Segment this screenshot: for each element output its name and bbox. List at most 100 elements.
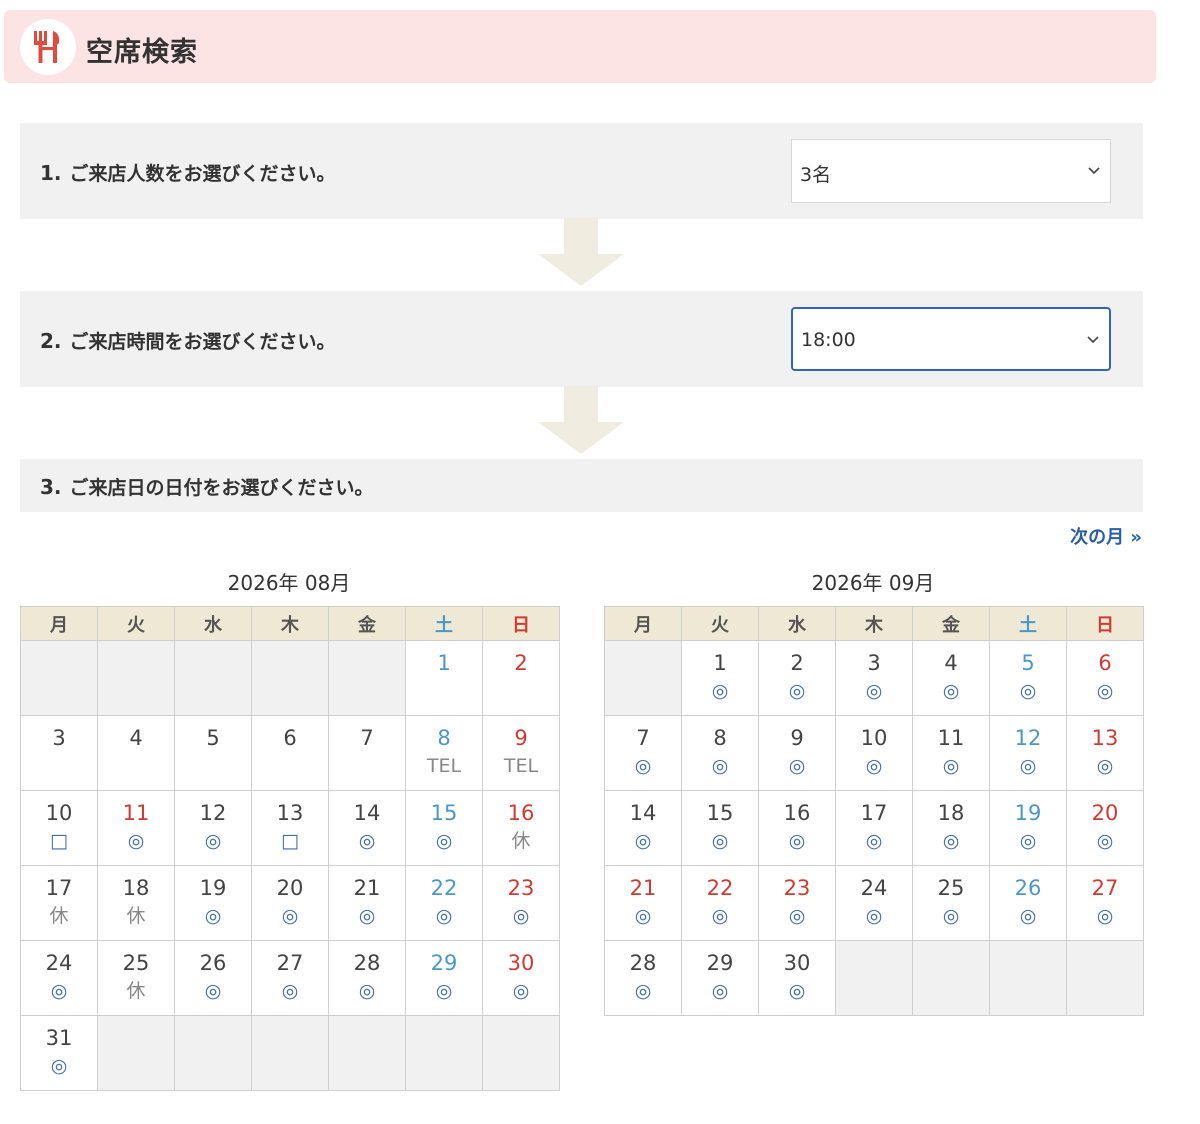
availability-status: ◎ <box>942 755 960 777</box>
day-number: 24 <box>860 876 888 900</box>
calendar-day-cell[interactable]: 24 ◎ <box>20 940 98 1016</box>
step-date: 3. ご来店日の日付をお選びください。 <box>20 459 1143 512</box>
next-month-link[interactable]: 次の月 » <box>1070 523 1142 549</box>
calendar-day-cell[interactable]: 28 ◎ <box>328 940 406 1016</box>
availability-status: ◎ <box>358 905 376 927</box>
calendar-day-cell[interactable]: 9 ◎ <box>758 715 836 791</box>
day-number: 16 <box>783 801 811 825</box>
calendar-day-cell[interactable]: 20 ◎ <box>251 865 329 941</box>
calendar-day-cell[interactable]: 22 ◎ <box>405 865 483 941</box>
availability-status: ◎ <box>281 905 299 927</box>
calendar-day-cell[interactable]: 3 ◎ <box>835 640 913 716</box>
step-text: ご来店人数をお選びください。 <box>69 163 336 185</box>
calendar-day-cell[interactable]: 1 ◎ <box>681 640 759 716</box>
calendar-day-cell[interactable]: 12 ◎ <box>989 715 1067 791</box>
calendar-day-cell[interactable]: 13 ◎ <box>1066 715 1144 791</box>
calendar-day-cell[interactable]: 2 ◎ <box>758 640 836 716</box>
day-number: 1 <box>437 651 451 675</box>
calendar-day-cell[interactable]: 15 ◎ <box>405 790 483 866</box>
day-number: 28 <box>353 951 381 975</box>
day-number: 10 <box>45 801 73 825</box>
calendar-day-cell[interactable]: 29 ◎ <box>681 940 759 1016</box>
availability-status: ◎ <box>1019 905 1037 927</box>
availability-status: ◎ <box>281 980 299 1002</box>
calendar-day-cell[interactable]: 14 ◎ <box>328 790 406 866</box>
calendar-day-cell[interactable]: 21 ◎ <box>604 865 682 941</box>
calendar-day-cell[interactable]: 31 ◎ <box>20 1015 98 1091</box>
calendar-day-cell[interactable]: 20 ◎ <box>1066 790 1144 866</box>
calendar-day-cell[interactable]: 16 ◎ <box>758 790 836 866</box>
day-number: 8 <box>437 726 451 750</box>
calendar-day-cell[interactable]: 23 ◎ <box>482 865 560 941</box>
calendar-day-cell[interactable]: 22 ◎ <box>681 865 759 941</box>
calendar-week-row: 10 □ 11 ◎ 12 ◎ 13 □ 14 ◎ 15 ◎ 16 休 <box>20 790 560 866</box>
calendar-empty-cell <box>174 1015 252 1091</box>
calendar-day-cell[interactable]: 29 ◎ <box>405 940 483 1016</box>
weekday-header: 月 <box>604 606 682 641</box>
time-select[interactable]: 18:00 <box>791 307 1111 371</box>
calendar-day-cell[interactable]: 12 ◎ <box>174 790 252 866</box>
day-number: 13 <box>1091 726 1119 750</box>
day-number: 23 <box>507 876 535 900</box>
calendar-day-cell[interactable]: 11 ◎ <box>97 790 175 866</box>
calendar-day-cell[interactable]: 6 ◎ <box>1066 640 1144 716</box>
availability-status: ◎ <box>1019 680 1037 702</box>
calendar-day-cell[interactable]: 30 ◎ <box>758 940 836 1016</box>
page-title: 空席検索 <box>86 37 198 68</box>
availability-status: ◎ <box>942 905 960 927</box>
party-size-select[interactable]: 3名 <box>791 139 1111 203</box>
calendar-day-cell[interactable]: 24 ◎ <box>835 865 913 941</box>
calendar-day-cell[interactable]: 4 ◎ <box>912 640 990 716</box>
calendar-empty-cell <box>604 640 682 716</box>
calendar-day-cell[interactable]: 17 ◎ <box>835 790 913 866</box>
availability-status: ◎ <box>512 980 530 1002</box>
calendar-day-cell[interactable]: 27 ◎ <box>251 940 329 1016</box>
day-number: 12 <box>199 801 227 825</box>
calendar-day-cell[interactable]: 26 ◎ <box>989 865 1067 941</box>
availability-status: ◎ <box>788 680 806 702</box>
calendar-day-cell[interactable]: 15 ◎ <box>681 790 759 866</box>
calendar-day-cell[interactable]: 13 □ <box>251 790 329 866</box>
calendar-day-cell[interactable]: 7 ◎ <box>604 715 682 791</box>
calendar-day-cell[interactable]: 21 ◎ <box>328 865 406 941</box>
calendar-day-cell[interactable]: 23 ◎ <box>758 865 836 941</box>
day-number: 22 <box>430 876 458 900</box>
calendar-day-cell[interactable]: 19 ◎ <box>174 865 252 941</box>
availability-status: TEL <box>503 755 539 777</box>
availability-status: ◎ <box>865 680 883 702</box>
day-number: 3 <box>52 726 66 750</box>
calendar-day-cell[interactable]: 26 ◎ <box>174 940 252 1016</box>
availability-status: ◎ <box>711 905 729 927</box>
availability-status: □ <box>50 830 68 852</box>
calendar-day-cell[interactable]: 28 ◎ <box>604 940 682 1016</box>
calendar-day-cell[interactable]: 27 ◎ <box>1066 865 1144 941</box>
calendar-day-cell: 16 休 <box>482 790 560 866</box>
day-number: 21 <box>353 876 381 900</box>
calendar-day-cell[interactable]: 30 ◎ <box>482 940 560 1016</box>
calendar-day-cell: 2 <box>482 640 560 716</box>
availability-status: ◎ <box>865 905 883 927</box>
availability-status: ◎ <box>788 905 806 927</box>
calendar-day-cell[interactable]: 8 ◎ <box>681 715 759 791</box>
weekday-header: 金 <box>912 606 990 641</box>
calendar-day-cell: 1 <box>405 640 483 716</box>
day-number: 30 <box>507 951 535 975</box>
availability-status: ◎ <box>1096 680 1114 702</box>
availability-status: TEL <box>426 755 462 777</box>
calendar-day-cell[interactable]: 10 ◎ <box>835 715 913 791</box>
calendar-day-cell: 5 <box>174 715 252 791</box>
calendar-day-cell[interactable]: 25 ◎ <box>912 865 990 941</box>
calendar-day-cell[interactable]: 5 ◎ <box>989 640 1067 716</box>
day-number: 23 <box>783 876 811 900</box>
weekday-header: 火 <box>681 606 759 641</box>
calendar-day-cell[interactable]: 11 ◎ <box>912 715 990 791</box>
calendar-day-cell[interactable]: 14 ◎ <box>604 790 682 866</box>
availability-status: ◎ <box>1096 905 1114 927</box>
calendar-week-row: 21 ◎ 22 ◎ 23 ◎ 24 ◎ 25 ◎ 26 ◎ 27 ◎ <box>604 865 1144 941</box>
availability-status: ◎ <box>711 755 729 777</box>
availability-status: ◎ <box>1096 830 1114 852</box>
day-number: 5 <box>1021 651 1035 675</box>
calendar-day-cell[interactable]: 18 ◎ <box>912 790 990 866</box>
calendar-day-cell[interactable]: 19 ◎ <box>989 790 1067 866</box>
calendar-day-cell[interactable]: 10 □ <box>20 790 98 866</box>
